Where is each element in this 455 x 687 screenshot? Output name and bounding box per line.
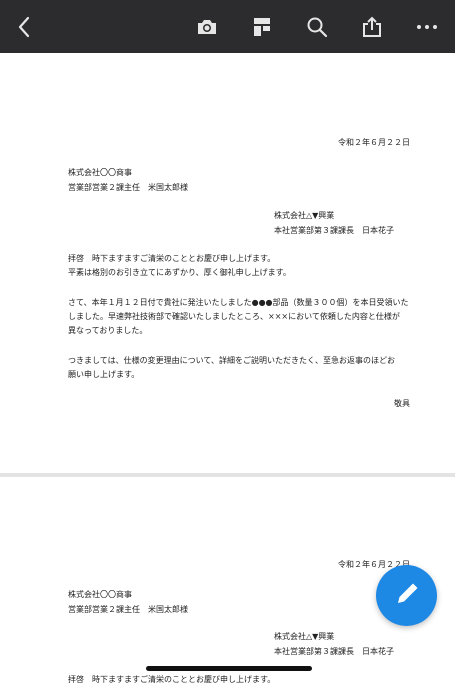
bookmark-icon[interactable]	[248, 0, 276, 53]
recipient-company: 株式会社〇〇商事	[68, 168, 132, 177]
body-line-2: しました。早速弊社技術部で確認いたしましたところ、×××において依頼した内容と仕…	[68, 312, 400, 321]
sender-person: 本社営業部第３課課長 日本花子	[274, 226, 394, 235]
document-page-1: 令和２年６月２２日 株式会社〇〇商事 営業部営業２課主任 米国太郎様 株式会社△…	[0, 53, 455, 473]
recipient-company: 株式会社〇〇商事	[68, 590, 132, 599]
greeting-line-2: 平素は格別のお引き立てにあずかり、厚く御礼申し上げます。	[68, 268, 291, 277]
body-line-1: さて、本年１月１２日付で貴社に発注いたしました●●●部品（数量３００個）を本日受…	[68, 298, 409, 307]
closing-text: 敬具	[394, 399, 410, 408]
more-icon[interactable]	[412, 0, 442, 53]
camera-icon[interactable]	[192, 0, 222, 53]
request-line-1: つきましては、仕様の変更理由について、詳細をご説明いただきたく、至急お返事のほど…	[68, 356, 395, 365]
sender-company: 株式会社△▼興業	[274, 632, 335, 641]
body-line-3: 異なっておりました。	[68, 326, 148, 335]
edit-button[interactable]	[376, 565, 437, 626]
sender-company: 株式会社△▼興業	[274, 211, 335, 220]
letter-date: 令和２年６月２２日	[338, 138, 410, 147]
greeting-line-1: 拝啓 時下ますますご清栄のこととお慶び申し上げます。	[68, 254, 276, 263]
top-toolbar	[0, 0, 455, 53]
share-icon[interactable]	[358, 0, 386, 53]
request-line-2: 願い申し上げます。	[68, 370, 140, 379]
home-indicator	[146, 666, 312, 671]
search-icon[interactable]	[302, 0, 332, 53]
pencil-icon	[394, 581, 420, 611]
recipient-person: 営業部営業２課主任 米国太郎様	[68, 605, 188, 614]
back-icon[interactable]	[10, 0, 38, 53]
recipient-person: 営業部営業２課主任 米国太郎様	[68, 183, 188, 192]
sender-person: 本社営業部第３課課長 日本花子	[274, 647, 394, 656]
